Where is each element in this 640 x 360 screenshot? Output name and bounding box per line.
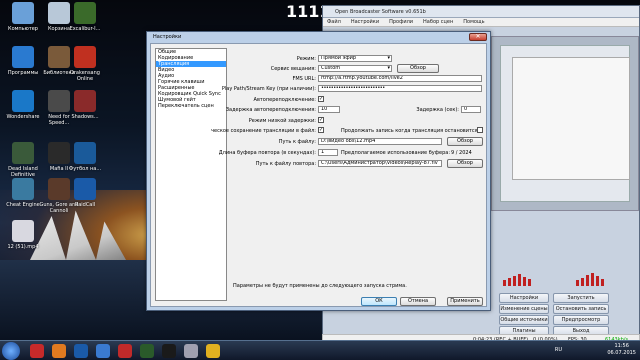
autoreconnect-label: Автопереподключение: — [253, 97, 316, 103]
desktop-icon-label: Футбол на... — [68, 166, 102, 172]
obs-start-stream-button[interactable]: Запустить трансляцию — [553, 293, 609, 309]
service-value: Custom — [321, 65, 341, 71]
desktop-icon-label: RaidCall — [74, 202, 96, 208]
ok-button[interactable]: ОК — [361, 297, 397, 306]
clock[interactable]: 11:56 06.07.2015 — [607, 343, 636, 357]
fms-url-input[interactable]: rtmp://a.rtmp.youtube.com/live2 — [318, 75, 482, 82]
autoreconnect-checkbox[interactable]: ✓ — [318, 96, 324, 102]
obs-menu-scenes[interactable]: Набор сцен — [423, 18, 453, 26]
file-path-label: Путь к файлу: — [278, 139, 316, 145]
obs-title: Open Broadcaster Software v0.651b — [323, 6, 639, 18]
cancel-button[interactable]: Отмена — [400, 297, 436, 306]
app-icon — [12, 142, 34, 164]
desktop-icon-label: Excalibur-I... — [69, 26, 101, 32]
mode-select[interactable]: Прямой эфир ▾ — [318, 55, 392, 62]
yandex-browser-icon[interactable] — [30, 344, 44, 358]
desktop-icon[interactable]: RaidCall — [64, 178, 106, 208]
replay-buffer-input[interactable]: 1 — [318, 149, 338, 156]
obs-edit-scene-button[interactable]: Изменение сцены — [499, 304, 549, 314]
category-scene-switcher[interactable]: Переключатель сцен — [156, 103, 226, 109]
file-path-browse-button[interactable]: Обзор — [447, 137, 483, 146]
app-icon — [12, 46, 34, 68]
steam-icon[interactable] — [74, 344, 88, 358]
file-path-input[interactable]: D:\видео obs\12.mp4 — [318, 138, 442, 145]
clock-time: 11:56 — [614, 343, 629, 349]
apply-button[interactable]: Применить — [447, 297, 483, 306]
obs-audio-meters — [503, 273, 604, 286]
chrome-icon[interactable] — [52, 344, 66, 358]
mode-label: Режим: — [296, 56, 316, 62]
obs-menu-profiles[interactable]: Профили — [389, 18, 413, 26]
game-icon[interactable] — [118, 344, 132, 358]
save-to-file-label: ческое сохранение трансляции в файл: — [211, 128, 316, 134]
desktop-icon[interactable]: Drakensang Online — [64, 46, 106, 82]
taskbar: RU 11:56 06.07.2015 — [0, 340, 640, 360]
obs-menu-settings[interactable]: Настройки — [351, 18, 379, 26]
xbox-icon[interactable] — [140, 344, 154, 358]
settings-dialog-title: Настройки — [153, 34, 182, 40]
language-indicator[interactable]: RU — [555, 347, 562, 354]
settings-dialog[interactable]: Настройки ✕ Общие Кодирование Трансляция… — [146, 31, 491, 311]
stream-key-input[interactable]: •••••••••••••••••••••••••• — [318, 85, 482, 92]
fms-url-label: FMS URL: — [292, 76, 316, 82]
folder-icon[interactable] — [96, 344, 110, 358]
delay-label: Задержка (сек): — [416, 107, 459, 113]
app-icon — [12, 90, 34, 112]
service-browse-button[interactable]: Обзор — [397, 64, 439, 73]
mode-value: Прямой эфир — [321, 55, 357, 61]
app-icon — [74, 90, 96, 112]
buffer-usage-value: 9 / 2024 — [451, 150, 472, 156]
obs-menu-file[interactable]: Файл — [327, 18, 341, 26]
chevron-down-icon: ▾ — [387, 55, 390, 61]
replay-path-input[interactable]: C:\Users\Администратор\Videos\Replay-87.… — [318, 160, 442, 167]
desktop-icon[interactable]: 12 (51).mp4 — [2, 220, 44, 250]
buffer-usage-label: Предполагаемое использование буфера: — [341, 150, 451, 156]
desktop-icon[interactable]: Excalibur-I... — [64, 2, 106, 32]
obs-preview-button[interactable]: Предпросмотр — [553, 315, 609, 325]
app-icon — [74, 142, 96, 164]
obs-preview-nested-window-2 — [512, 57, 630, 180]
start-button[interactable] — [2, 342, 20, 360]
obs-menu-help[interactable]: Помощь — [463, 18, 484, 26]
desktop-icon[interactable]: Shadows... — [64, 90, 106, 120]
obs-global-sources-button[interactable]: Общие источники — [499, 315, 549, 325]
explorer-icon[interactable] — [206, 344, 220, 358]
low-latency-checkbox[interactable]: ✓ — [318, 117, 324, 123]
desktop-icon[interactable]: Футбол на... — [64, 142, 106, 172]
chevron-down-icon: ▾ — [387, 65, 390, 71]
app-icon — [12, 2, 34, 24]
delay-input[interactable]: 0 — [461, 106, 481, 113]
settings-taskbar-icon[interactable] — [184, 344, 198, 358]
stream-key-label: Play Path/Stream Key (при наличии): — [221, 86, 316, 92]
obs-taskbar-icon[interactable] — [162, 344, 176, 358]
replay-buffer-label: Длина буфера повтора (в секундах): — [218, 150, 316, 156]
desktop-icon-label: 12 (51).mp4 — [7, 244, 39, 250]
save-to-file-checkbox[interactable]: ✓ — [318, 127, 324, 133]
obs-preview-area — [491, 36, 639, 211]
app-icon — [74, 2, 96, 24]
settings-dialog-body: Общие Кодирование Трансляция Видео Аудио… — [150, 43, 487, 307]
app-icon — [12, 220, 34, 242]
desktop-icon-label: Shadows... — [71, 114, 99, 120]
obs-menubar: Файл Настройки Профили Набор сцен Помощь — [323, 18, 639, 27]
obs-settings-button[interactable]: Настройки — [499, 293, 549, 303]
clock-date: 06.07.2015 — [607, 350, 636, 356]
obs-stop-record-button[interactable]: Остановить запись — [553, 304, 609, 314]
reconnect-delay-input[interactable]: 10 — [318, 106, 340, 113]
replay-path-browse-button[interactable]: Обзор — [447, 159, 483, 168]
app-icon — [12, 178, 34, 200]
service-select[interactable]: Custom ▾ — [318, 65, 392, 72]
close-icon[interactable]: ✕ — [469, 33, 487, 41]
replay-path-label: Путь к файлу повтора: — [255, 161, 316, 167]
reconnect-delay-label: Задержка автопереподключения: — [225, 107, 316, 113]
continue-record-checkbox[interactable] — [477, 127, 483, 133]
settings-note: Параметры не будут применены до следующе… — [233, 283, 407, 289]
app-icon — [74, 46, 96, 68]
service-label: Сервис вещания: — [270, 66, 316, 72]
app-icon — [74, 178, 96, 200]
low-latency-label: Режим низкой задержки: — [248, 118, 316, 124]
continue-record-label: Продолжать запись когда трансляция остан… — [341, 128, 480, 134]
desktop-icon-label: Drakensang Online — [70, 70, 100, 82]
